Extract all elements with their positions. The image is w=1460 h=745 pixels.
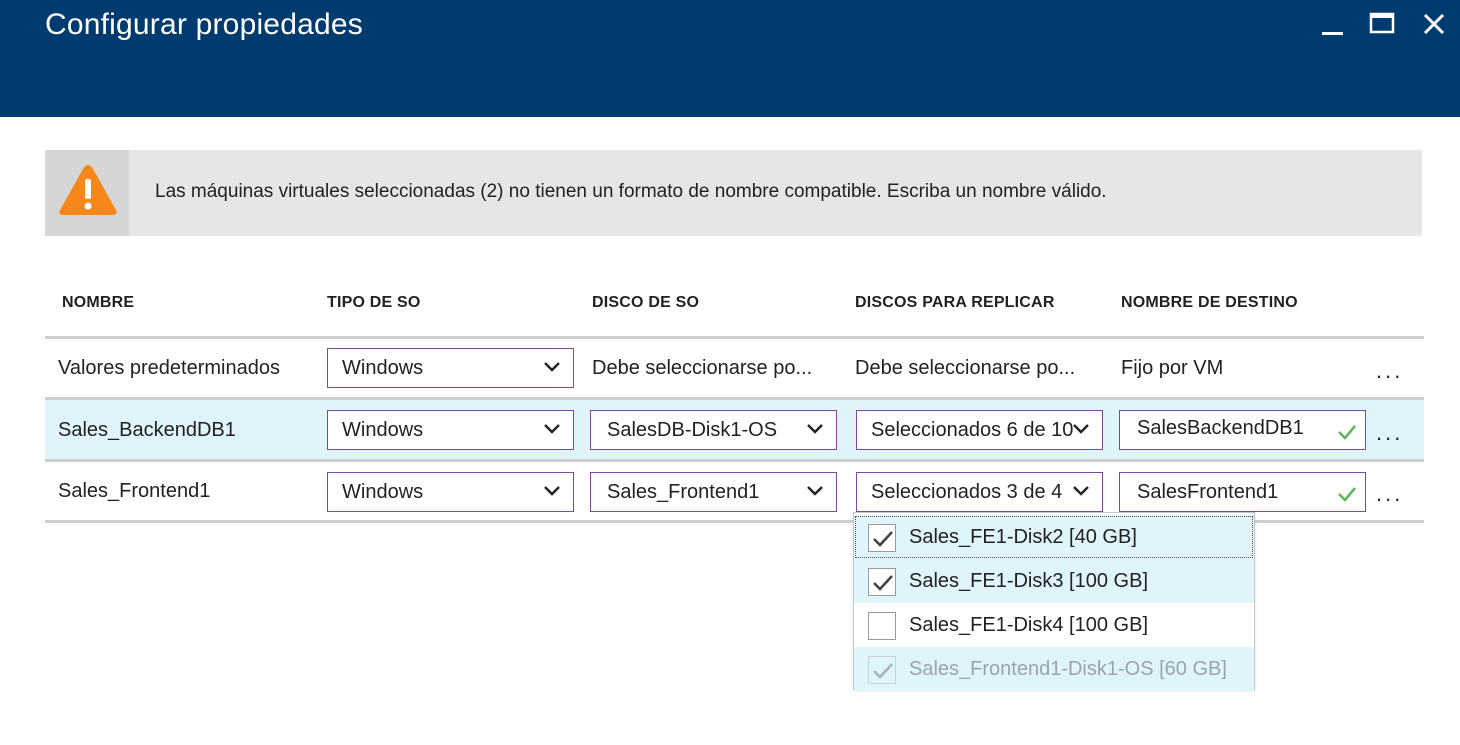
disk-option[interactable]: Sales_FE1-Disk4 [100 GB] — [854, 603, 1254, 647]
os-type-value: Windows — [342, 419, 424, 441]
target-name-value: SalesBackendDB1 — [1137, 417, 1304, 439]
more-options-button[interactable]: ... — [1376, 420, 1403, 446]
column-header-os-disk: DISCO DE SO — [592, 294, 700, 311]
target-name-input[interactable]: SalesFrontend1 — [1119, 472, 1366, 512]
close-icon[interactable] — [1419, 10, 1451, 42]
disks-dropdown[interactable]: Seleccionados 6 de 10 — [856, 410, 1103, 450]
os-type-dropdown[interactable]: Windows — [327, 472, 574, 512]
check-icon — [1338, 487, 1356, 502]
checkbox[interactable] — [868, 524, 896, 552]
target-name-value: SalesFrontend1 — [1137, 481, 1279, 503]
os-disk-dropdown[interactable]: Sales_Frontend1 — [590, 472, 837, 512]
disks-value: Seleccionados 3 de 4 — [871, 481, 1063, 503]
row-divider — [45, 459, 1424, 462]
os-type-value: Windows — [342, 481, 424, 503]
disks-value: Debe seleccionarse po... — [855, 357, 1076, 379]
check-icon — [873, 575, 893, 591]
column-header-os-type: TIPO DE SO — [327, 294, 421, 311]
disk-option-disabled: Sales_Frontend1-Disk1-OS [60 GB] — [854, 647, 1254, 691]
os-type-dropdown[interactable]: Windows — [327, 348, 574, 388]
minimize-icon[interactable] — [1318, 10, 1350, 42]
vm-name: Valores predeterminados — [58, 357, 280, 379]
target-name-input[interactable]: SalesBackendDB1 — [1119, 410, 1366, 450]
header-divider — [45, 336, 1424, 339]
disk-option[interactable]: Sales_FE1-Disk3 [100 GB] — [854, 559, 1254, 603]
column-header-name: NOMBRE — [62, 294, 135, 311]
warning-message: Las máquinas virtuales seleccionadas (2)… — [155, 181, 1107, 202]
column-header-target-name: NOMBRE DE DESTINO — [1121, 294, 1298, 311]
warning-banner: Las máquinas virtuales seleccionadas (2)… — [45, 150, 1422, 236]
os-disk-dropdown[interactable]: SalesDB-Disk1-OS — [590, 410, 837, 450]
window-title: Configurar propiedades — [45, 8, 363, 41]
checkbox — [868, 656, 896, 684]
vm-name: Sales_Frontend1 — [58, 480, 211, 502]
os-type-value: Windows — [342, 357, 424, 379]
chevron-down-icon — [807, 424, 823, 434]
checkbox[interactable] — [868, 568, 896, 596]
chevron-down-icon — [1073, 424, 1089, 434]
os-disk-value: Sales_Frontend1 — [607, 481, 760, 503]
disk-option-label: Sales_FE1-Disk3 [100 GB] — [909, 570, 1148, 592]
title-bar: Configurar propiedades — [0, 0, 1460, 117]
target-name-value: Fijo por VM — [1121, 357, 1224, 379]
check-icon — [873, 663, 893, 679]
column-header-disks: DISCOS PARA REPLICAR — [855, 294, 1055, 311]
disk-option[interactable]: Sales_FE1-Disk2 [40 GB] — [854, 515, 1254, 559]
disks-dropdown-menu: Sales_FE1-Disk2 [40 GB] Sales_FE1-Disk3 … — [853, 512, 1255, 691]
row-divider — [45, 397, 1424, 400]
chevron-down-icon — [544, 424, 560, 434]
chevron-down-icon — [544, 362, 560, 372]
os-disk-value: SalesDB-Disk1-OS — [607, 419, 778, 441]
check-icon — [1338, 425, 1356, 440]
maximize-icon[interactable] — [1367, 10, 1399, 42]
disks-value: Seleccionados 6 de 10 — [871, 419, 1074, 441]
disk-option-label: Sales_FE1-Disk4 [100 GB] — [909, 614, 1148, 636]
check-icon — [873, 531, 893, 547]
os-type-dropdown[interactable]: Windows — [327, 410, 574, 450]
disk-option-label: Sales_Frontend1-Disk1-OS [60 GB] — [909, 658, 1227, 680]
warning-icon — [59, 165, 117, 215]
vm-name: Sales_BackendDB1 — [58, 419, 236, 441]
more-options-button[interactable]: ... — [1376, 358, 1403, 384]
chevron-down-icon — [807, 486, 823, 496]
chevron-down-icon — [544, 486, 560, 496]
disk-option-label: Sales_FE1-Disk2 [40 GB] — [909, 526, 1137, 548]
more-options-button[interactable]: ... — [1376, 481, 1403, 507]
checkbox[interactable] — [868, 612, 896, 640]
warning-icon-box — [45, 150, 129, 236]
os-disk-value: Debe seleccionarse po... — [592, 357, 813, 379]
chevron-down-icon — [1073, 486, 1089, 496]
disks-dropdown[interactable]: Seleccionados 3 de 4 — [856, 472, 1103, 512]
